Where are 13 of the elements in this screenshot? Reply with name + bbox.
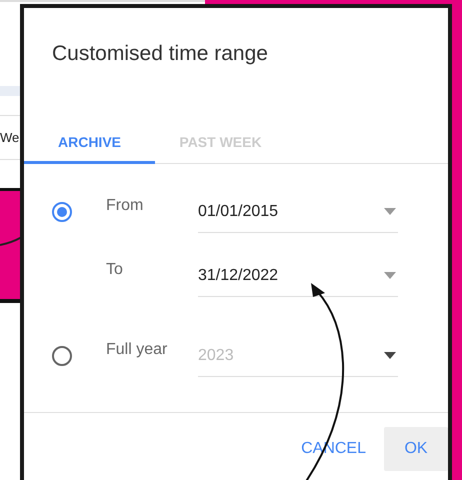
caret-icon bbox=[384, 208, 396, 215]
background-text: We bbox=[0, 130, 20, 145]
caret-icon bbox=[384, 272, 396, 279]
field-label: Full year bbox=[106, 341, 168, 359]
date-dropdown[interactable]: 01/01/2015 bbox=[198, 192, 398, 232]
radio-button[interactable] bbox=[52, 202, 72, 222]
ok-button[interactable]: OK bbox=[384, 427, 448, 471]
radio-button[interactable] bbox=[52, 346, 72, 366]
field-label: From bbox=[106, 197, 144, 215]
dialog-title: Customised time range bbox=[51, 41, 269, 67]
tab[interactable]: ARCHIVE bbox=[24, 104, 155, 164]
caret-icon bbox=[384, 352, 396, 359]
field-label: To bbox=[106, 261, 124, 279]
